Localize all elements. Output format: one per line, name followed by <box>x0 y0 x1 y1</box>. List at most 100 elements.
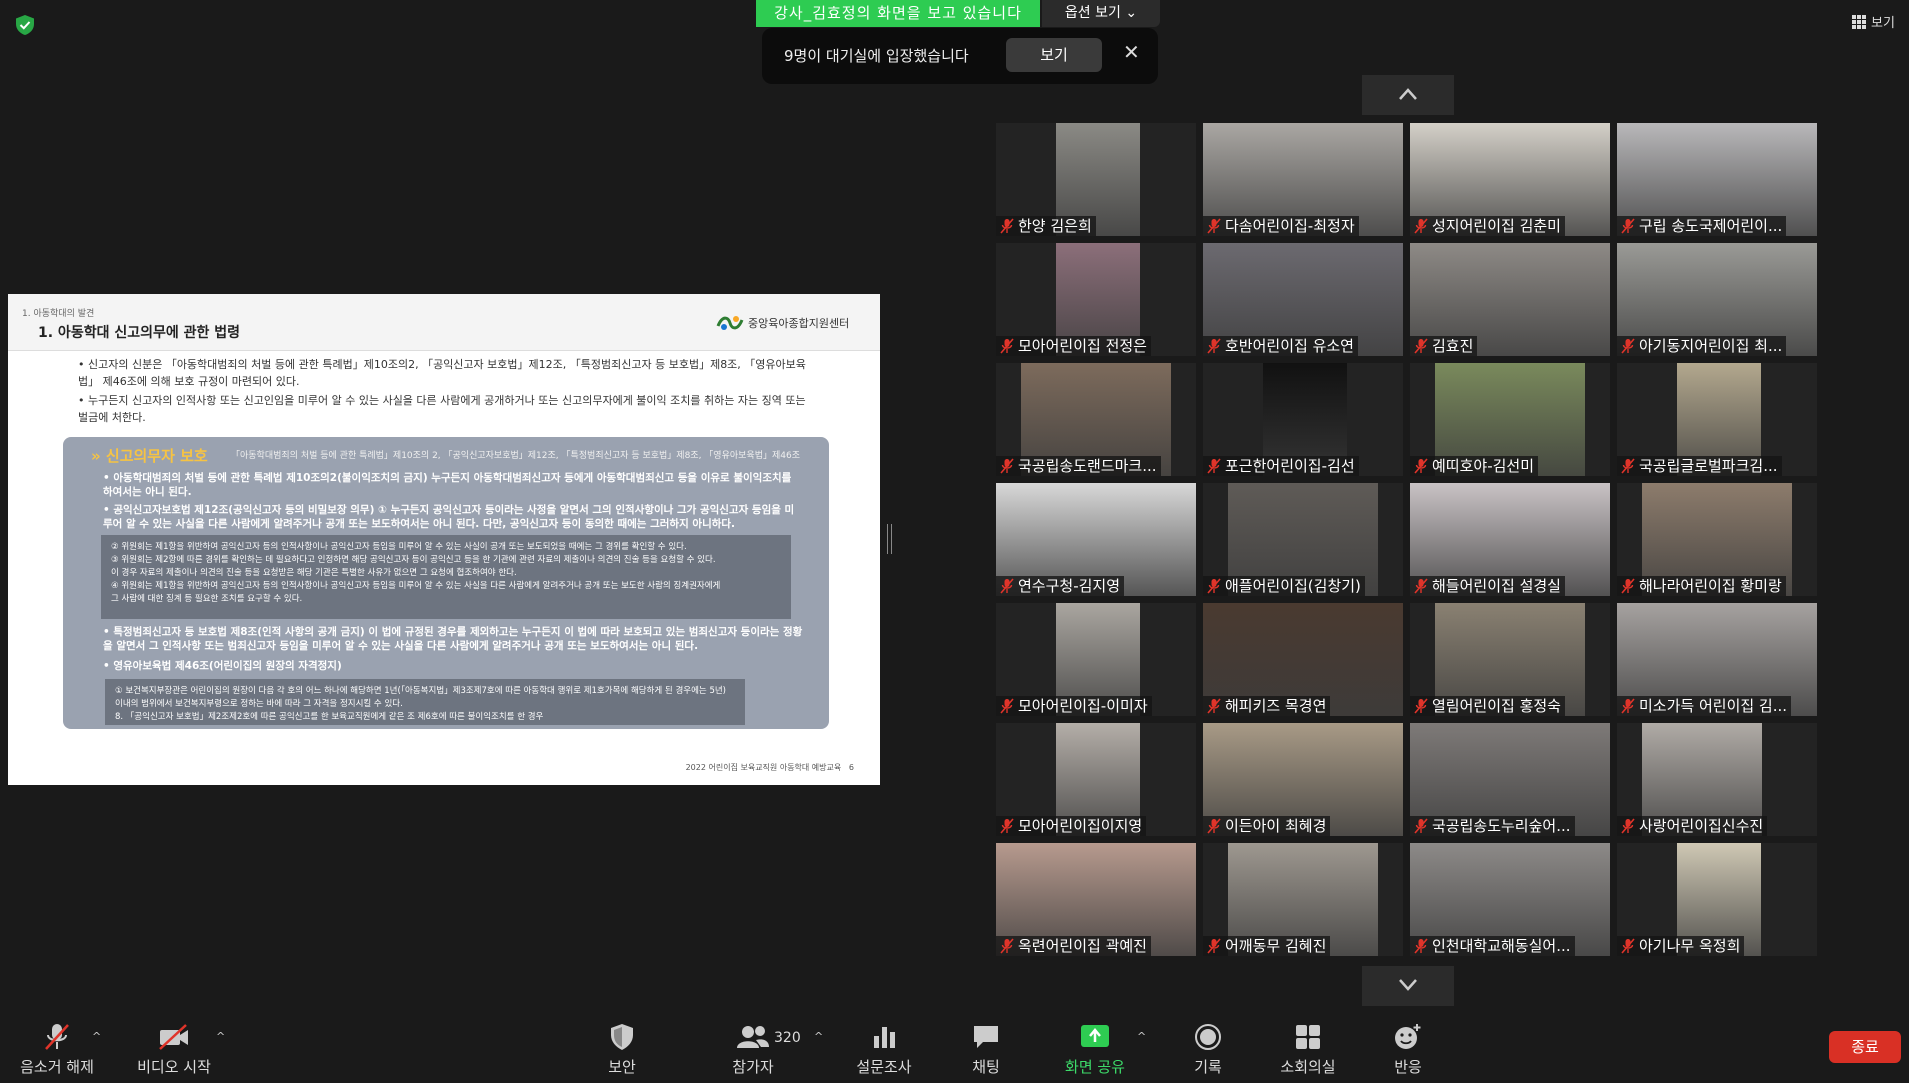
participants-options-caret-icon[interactable]: ^ <box>814 1030 823 1043</box>
participant-tile[interactable]: 모아어린이집이지영 <box>996 723 1196 836</box>
breakout-rooms-button[interactable]: 소회의실 <box>1276 1022 1340 1077</box>
participant-tile[interactable]: 국공립글로벌파크김... <box>1617 363 1817 476</box>
participant-tile[interactable]: 성지어린이집 김춘미 <box>1410 123 1610 236</box>
participant-tile[interactable]: 포근한어린이집-김선 <box>1203 363 1403 476</box>
participant-name-tag: 해피키즈 목경연 <box>1203 696 1331 716</box>
reactions-button[interactable]: 반응 <box>1390 1022 1426 1077</box>
participant-tile[interactable]: 미소가득 어린이집 김... <box>1617 603 1817 716</box>
participant-tile[interactable]: 국공립송도랜드마크... <box>996 363 1196 476</box>
participant-name: 해피키즈 목경연 <box>1225 697 1327 715</box>
gallery-page-up-button[interactable] <box>1362 75 1454 115</box>
muted-microphone-icon <box>1414 218 1428 234</box>
participant-name-tag: 해나라어린이집 황미랑 <box>1617 576 1786 596</box>
muted-microphone-icon <box>1621 578 1635 594</box>
muted-microphone-icon <box>1414 818 1428 834</box>
chat-label: 채팅 <box>972 1058 1000 1076</box>
chevron-down-icon <box>1399 979 1417 991</box>
participant-name-tag: 어깨동무 김혜진 <box>1203 936 1331 956</box>
reporter-protection-box: » 신고의무자 보호 「아동학대범죄의 처벌 등에 관한 특례법」제10조의 2… <box>63 437 829 729</box>
participant-tile[interactable]: 사랑어린이집신수진 <box>1617 723 1817 836</box>
participant-name-tag: 다솜어린이집-최정자 <box>1203 216 1359 236</box>
participant-tile[interactable]: 예띠호야-김선미 <box>1410 363 1610 476</box>
participant-tile[interactable]: 아기동지어린이집 최... <box>1617 243 1817 356</box>
polls-button[interactable]: 설문조사 <box>852 1022 916 1077</box>
box-bullet: • 영유아보육법 제46조(어린이집의 원장의 자격정지) <box>103 660 342 672</box>
share-options-caret-icon[interactable]: ^ <box>1137 1030 1146 1043</box>
participant-tile[interactable]: 옥련어린이집 곽예진 <box>996 843 1196 956</box>
participant-name: 아기나무 옥정희 <box>1639 937 1741 955</box>
muted-microphone-icon <box>1000 338 1014 354</box>
participant-tile[interactable]: 아기나무 옥정희 <box>1617 843 1817 956</box>
gallery-page-down-button[interactable] <box>1362 966 1454 1006</box>
muted-microphone-icon <box>1000 578 1014 594</box>
muted-microphone-icon <box>1414 938 1428 954</box>
participant-tile[interactable]: 이든아이 최혜경 <box>1203 723 1403 836</box>
split-view-handle[interactable] <box>887 524 892 554</box>
participant-tile[interactable]: 구립 송도국제어린이... <box>1617 123 1817 236</box>
record-label: 기록 <box>1194 1058 1222 1076</box>
participant-name-tag: 미소가득 어린이집 김... <box>1617 696 1792 716</box>
participant-tile[interactable]: 어깨동무 김혜진 <box>1203 843 1403 956</box>
participant-tile[interactable]: 애플어린이집(김창기) <box>1203 483 1403 596</box>
participant-tile[interactable]: 연수구청-김지영 <box>996 483 1196 596</box>
participant-tile[interactable]: 국공립송도누리숲어... <box>1410 723 1610 836</box>
participant-name: 애플어린이집(김창기) <box>1225 577 1361 595</box>
participant-name-tag: 국공립송도누리숲어... <box>1410 816 1575 836</box>
close-icon[interactable]: ✕ <box>1123 40 1140 64</box>
participant-name: 예띠호야-김선미 <box>1432 457 1535 475</box>
participant-name-tag: 인천대학교해동실어... <box>1410 936 1575 956</box>
end-meeting-button[interactable]: 종료 <box>1829 1031 1901 1063</box>
inner-clause-box: ① 보건복지부장관은 어린이집의 원장이 다음 각 호의 어느 하나에 해당하면… <box>105 679 745 725</box>
view-options-button[interactable]: 옵션 보기 ⌄ <box>1042 0 1160 27</box>
breakout-rooms-label: 소회의실 <box>1280 1058 1336 1076</box>
slide-footer: 2022 어린이집 보육교직원 아동학대 예방교육 6 <box>686 762 854 773</box>
participant-name: 열림어린이집 홍정숙 <box>1432 697 1561 715</box>
participant-tile[interactable]: 인천대학교해동실어... <box>1410 843 1610 956</box>
muted-microphone-icon <box>1000 218 1014 234</box>
muted-microphone-icon <box>1621 218 1635 234</box>
participant-tile[interactable]: 해피키즈 목경연 <box>1203 603 1403 716</box>
slide-bullet: • 누구든지 신고자의 인적사항 또는 신고인임을 미루어 알 수 있는 사실을… <box>78 394 806 424</box>
start-video-button[interactable]: 비디오 시작 <box>136 1022 212 1077</box>
muted-microphone-icon <box>1207 458 1221 474</box>
security-shield-icon[interactable] <box>14 14 36 36</box>
share-screen-button[interactable]: 화면 공유 <box>1060 1022 1130 1077</box>
unmute-button[interactable]: 음소거 해제 <box>18 1022 96 1077</box>
polls-label: 설문조사 <box>856 1058 912 1076</box>
participant-tile[interactable]: 다솜어린이집-최정자 <box>1203 123 1403 236</box>
participants-icon <box>737 1026 769 1048</box>
video-off-icon <box>159 1024 188 1050</box>
gallery-view-button[interactable]: 보기 <box>1852 12 1895 31</box>
muted-microphone-icon <box>1414 458 1428 474</box>
participant-name-tag: 사랑어린이집신수진 <box>1617 816 1768 836</box>
muted-microphone-icon <box>1621 338 1635 354</box>
participant-name-tag: 국공립송도랜드마크... <box>996 456 1161 476</box>
audio-options-caret-icon[interactable]: ^ <box>92 1030 101 1043</box>
muted-microphone-icon <box>45 1024 69 1050</box>
clause-line: ③ 위원회는 제2항에 따른 경위를 확인하는 데 필요하다고 인정하면 해당 … <box>111 555 716 565</box>
participants-button[interactable]: 참가자 <box>726 1022 780 1077</box>
page-number: 6 <box>848 763 854 772</box>
slide-title: 1. 아동학대 신고의무에 관한 법령 <box>38 325 240 341</box>
clause-line: ① 보건복지부장관은 어린이집의 원장이 다음 각 호의 어느 하나에 해당하면… <box>115 686 726 696</box>
participant-tile[interactable]: 김효진 <box>1410 243 1610 356</box>
participant-name: 어깨동무 김혜진 <box>1225 937 1327 955</box>
security-button[interactable]: 보안 <box>596 1022 648 1077</box>
participant-tile[interactable]: 모아어린이집 전정은 <box>996 243 1196 356</box>
video-options-caret-icon[interactable]: ^ <box>216 1030 225 1043</box>
record-button[interactable]: 기록 <box>1190 1022 1226 1077</box>
participant-tile[interactable]: 해들어린이집 설경실 <box>1410 483 1610 596</box>
participant-tile[interactable]: 해나라어린이집 황미랑 <box>1617 483 1817 596</box>
participant-tile[interactable]: 한양 김은희 <box>996 123 1196 236</box>
clause-line: ④ 위원회는 제1항을 위반하여 공익신고자 등의 인적사항이나 공익신고자 등… <box>111 581 721 591</box>
participant-name-tag: 애플어린이집(김창기) <box>1203 576 1365 596</box>
participant-name-tag: 열림어린이집 홍정숙 <box>1410 696 1565 716</box>
participant-tile[interactable]: 호반어린이집 유소연 <box>1203 243 1403 356</box>
participant-name: 모아어린이집-이미자 <box>1018 697 1148 715</box>
participant-tile[interactable]: 모아어린이집-이미자 <box>996 603 1196 716</box>
grid-icon <box>1852 14 1866 29</box>
participant-tile[interactable]: 열림어린이집 홍정숙 <box>1410 603 1610 716</box>
view-waiting-room-button[interactable]: 보기 <box>1006 38 1102 72</box>
chat-button[interactable]: 채팅 <box>966 1022 1006 1077</box>
muted-microphone-icon <box>1207 818 1221 834</box>
